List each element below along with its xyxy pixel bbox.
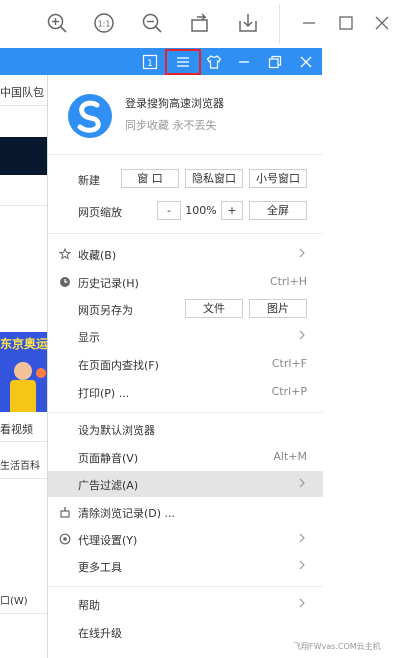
zoom-plus-button[interactable]: + xyxy=(221,201,243,220)
bg-headline: 中国队包 xyxy=(0,86,44,99)
new-small-window-button[interactable]: 小号窗口 xyxy=(249,169,307,188)
window-restore-icon[interactable] xyxy=(267,54,283,70)
window-minimize-icon[interactable] xyxy=(236,54,252,70)
clear-icon xyxy=(59,506,71,518)
window-count-icon[interactable]: 1 xyxy=(142,54,158,70)
menu-item-label: 页面静音(V) xyxy=(78,452,139,465)
bg-window-label: 口(W) xyxy=(0,596,28,607)
bg-olympics-banner[interactable]: 东京奥运 xyxy=(0,332,48,412)
bg-divider xyxy=(0,441,48,442)
chevron-right-icon xyxy=(298,477,306,489)
menu-button-highlight xyxy=(165,49,201,75)
menu-item-print[interactable]: 打印(P) ... Ctrl+P xyxy=(48,379,323,405)
shortcut-label: Ctrl+P xyxy=(271,385,307,398)
chevron-right-icon xyxy=(298,532,306,544)
menu-item-ad-filter[interactable]: 广告过滤(A) xyxy=(48,471,323,497)
minimize-icon[interactable] xyxy=(300,14,318,32)
svg-text:1:1: 1:1 xyxy=(98,20,111,29)
menu-item-clear-history[interactable]: 清除浏览记录(D) ... xyxy=(48,499,323,525)
menu-item-label: 在线升级 xyxy=(78,627,122,640)
skin-icon[interactable] xyxy=(206,54,222,70)
menu-divider xyxy=(48,412,323,413)
menu-item-favorites[interactable]: 收藏(B) xyxy=(48,241,323,267)
menu-item-label: 在页面内查找(F) xyxy=(78,359,159,372)
clock-icon xyxy=(59,276,71,288)
bg-divider xyxy=(0,478,48,479)
zoom-minus-button[interactable]: - xyxy=(157,201,181,220)
chevron-right-icon xyxy=(298,247,306,259)
window-close-icon[interactable] xyxy=(298,54,314,70)
shortcut-label: Ctrl+F xyxy=(271,357,307,370)
shortcut-label: Alt+M xyxy=(273,450,307,463)
menu-item-label: 打印(P) ... xyxy=(78,387,130,400)
menu-item-label: 清除浏览记录(D) ... xyxy=(78,507,176,520)
menu-item-label: 收藏(B) xyxy=(78,249,117,262)
chevron-right-icon xyxy=(298,597,306,609)
menu-divider xyxy=(48,154,323,155)
new-label: 新建 xyxy=(78,174,100,187)
menu-item-help[interactable]: 帮助 xyxy=(48,591,323,617)
bg-divider xyxy=(0,205,48,206)
save-image-button[interactable]: 图片 xyxy=(249,299,307,318)
fullscreen-button[interactable]: 全屏 xyxy=(249,201,307,220)
menu-divider xyxy=(48,586,323,587)
chevron-right-icon xyxy=(298,329,306,341)
chevron-right-icon xyxy=(298,559,306,571)
close-icon[interactable] xyxy=(373,14,391,32)
menu-item-label: 历史记录(H) xyxy=(78,277,139,290)
star-icon xyxy=(59,248,71,260)
menu-item-set-default[interactable]: 设为默认浏览器 xyxy=(48,416,323,442)
menu-divider xyxy=(48,233,323,234)
bg-banner-text: 东京奥运 xyxy=(0,337,48,351)
main-menu: 登录搜狗高速浏览器 同步收藏 永不丢失 新建 窗 口 隐私窗口 小号窗口 网页缩… xyxy=(47,75,323,658)
new-private-window-button[interactable]: 隐私窗口 xyxy=(185,169,243,188)
login-title[interactable]: 登录搜狗高速浏览器 xyxy=(125,95,224,111)
shortcut-label: Ctrl+H xyxy=(269,275,307,288)
bg-ball xyxy=(36,368,46,378)
zoom-in-icon[interactable] xyxy=(46,12,68,34)
bg-person-body xyxy=(10,380,36,412)
menu-item-find[interactable]: 在页面内查找(F) Ctrl+F xyxy=(48,351,323,377)
bg-life-tab[interactable]: 生活百科 xyxy=(0,457,40,472)
menu-item-label: 代理设置(Y) xyxy=(78,534,138,547)
top-toolbar: 1:1 xyxy=(0,0,397,48)
browser-title-bar: 1 xyxy=(0,48,322,75)
login-subtitle: 同步收藏 永不丢失 xyxy=(125,119,217,132)
menu-item-label: 显示 xyxy=(78,331,100,344)
bg-divider xyxy=(0,105,48,106)
menu-item-proxy[interactable]: 代理设置(Y) xyxy=(48,526,323,552)
bg-divider xyxy=(0,613,48,614)
menu-item-label: 广告过滤(A) xyxy=(78,479,139,492)
bg-person-figure xyxy=(14,362,32,380)
watermark: 飞翔FWvas.COM云主机 xyxy=(293,642,381,651)
rotate-icon[interactable] xyxy=(189,12,211,34)
menu-item-more-tools[interactable]: 更多工具 xyxy=(48,553,323,579)
zoom-label: 网页缩放 xyxy=(78,206,122,219)
bg-video-tab[interactable]: 看视频 xyxy=(0,421,33,437)
menu-item-label: 网页另存为 xyxy=(78,304,133,317)
menu-item-label: 帮助 xyxy=(78,599,100,612)
maximize-icon[interactable] xyxy=(337,14,355,32)
proxy-icon xyxy=(59,533,71,545)
menu-item-label: 更多工具 xyxy=(78,561,122,574)
actual-size-icon[interactable]: 1:1 xyxy=(93,12,115,34)
zoom-value: 100% xyxy=(185,204,217,217)
toolbar-divider xyxy=(279,4,280,44)
bg-dark-strip xyxy=(0,137,48,175)
menu-item-history[interactable]: 历史记录(H) Ctrl+H xyxy=(48,269,323,295)
new-window-button[interactable]: 窗 口 xyxy=(121,169,179,188)
sogou-logo-icon[interactable] xyxy=(66,92,114,140)
menu-item-display[interactable]: 显示 xyxy=(48,323,323,349)
download-icon[interactable] xyxy=(237,12,259,34)
menu-item-label: 设为默认浏览器 xyxy=(78,424,155,437)
menu-item-mute[interactable]: 页面静音(V) Alt+M xyxy=(48,444,323,470)
menu-item-update[interactable]: 在线升级 xyxy=(48,619,323,645)
save-file-button[interactable]: 文件 xyxy=(185,299,243,318)
window-count-label: 1 xyxy=(147,59,153,69)
zoom-out-icon[interactable] xyxy=(141,12,163,34)
